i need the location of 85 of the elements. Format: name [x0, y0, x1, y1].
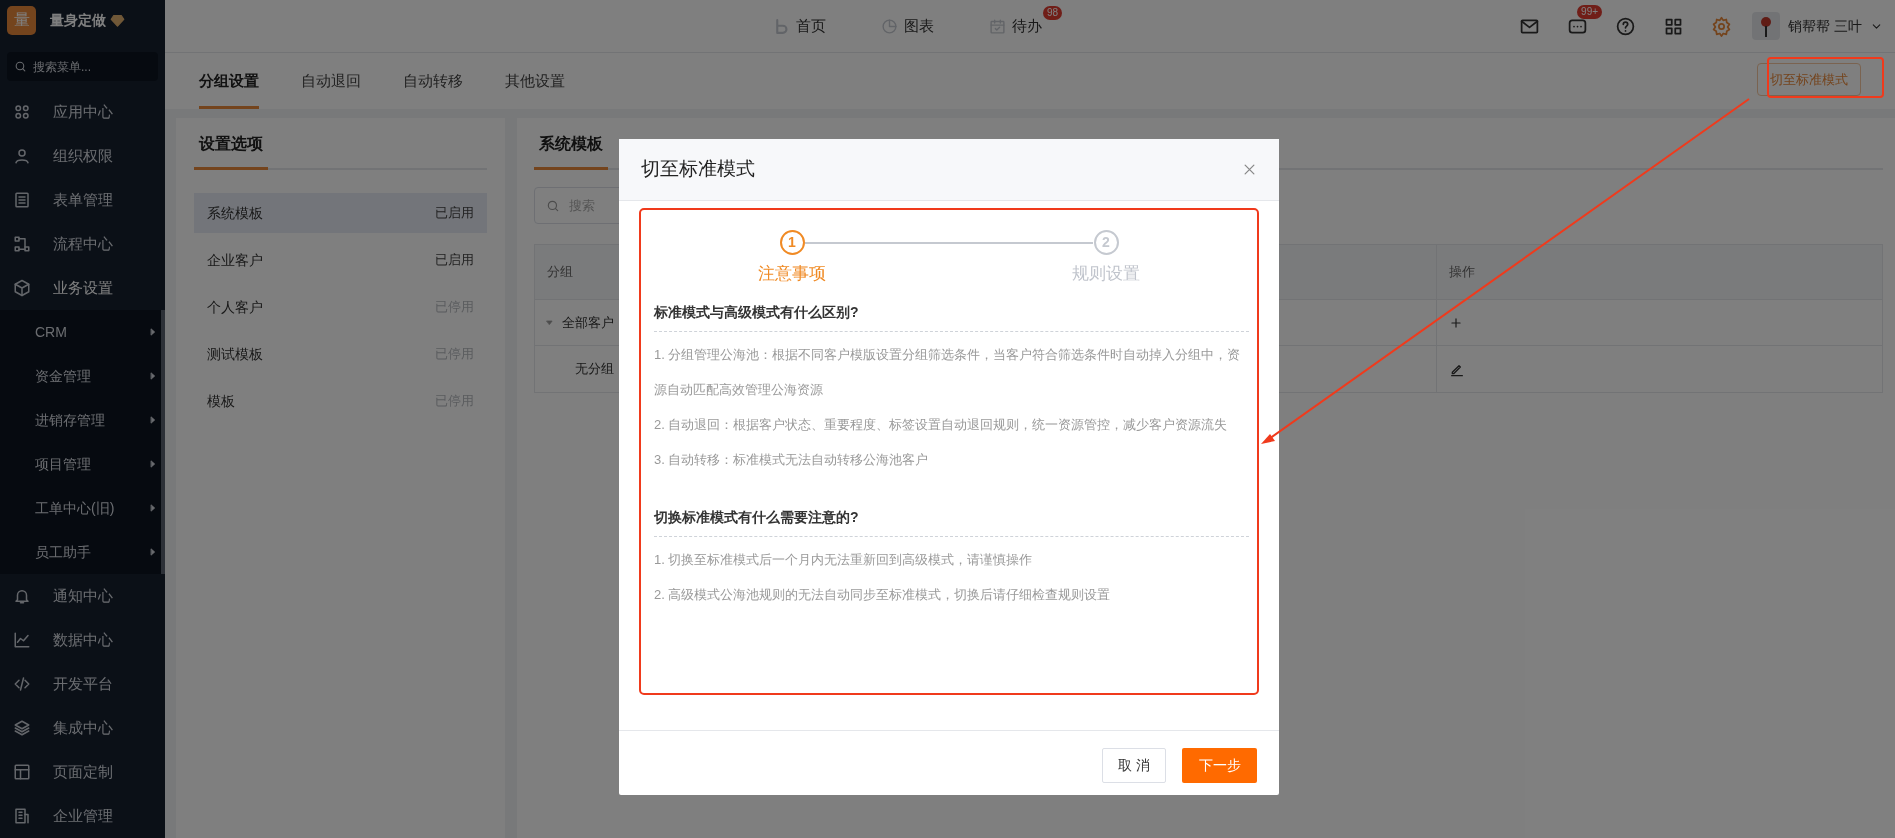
user-icon: [13, 147, 31, 165]
panel-title: 设置选项: [194, 132, 268, 170]
template-name: 系统模板: [207, 203, 263, 223]
code-icon: [13, 675, 31, 693]
menu-item[interactable]: 页面定制: [0, 750, 165, 794]
caret-icon: [148, 415, 158, 425]
tab[interactable]: 分组设置: [199, 53, 259, 109]
cube-icon: [13, 279, 31, 297]
search-icon: [546, 198, 560, 213]
document-icon: [13, 191, 31, 209]
user-menu[interactable]: 销帮帮 三叶: [1752, 12, 1883, 40]
status-label: 已启用: [435, 251, 474, 270]
caret-icon: [148, 371, 158, 381]
layers-icon: [13, 719, 31, 737]
submenu-item[interactable]: 员工助手: [0, 530, 165, 574]
step-label: 注意事项: [758, 263, 826, 285]
count-badge: 99+: [1577, 4, 1603, 19]
layout-icon: [13, 763, 31, 781]
notice-text: 2. 高级模式公海池规则的无法自动同步至标准模式，切换后请仔细检查规则设置: [654, 586, 1112, 604]
notice-text: 3. 自动转移：标准模式无法自动转移公海池客户: [654, 451, 930, 469]
menu-item[interactable]: 企业管理: [0, 794, 165, 838]
count-badge: 98: [1042, 6, 1062, 21]
template-name: 测试模板: [207, 344, 263, 364]
submenu-item[interactable]: CRM: [0, 310, 165, 354]
apps-icon: [13, 103, 31, 121]
menu-item[interactable]: 通知中心: [0, 574, 165, 618]
pie-chart-icon: [881, 18, 898, 35]
template-item[interactable]: 企业客户 已启用: [194, 240, 487, 280]
avatar-icon: [1752, 12, 1781, 40]
menu-item[interactable]: 表单管理: [0, 178, 165, 222]
close-icon[interactable]: [1242, 162, 1257, 177]
bell-icon: [13, 587, 31, 605]
template-item[interactable]: 系统模板 已启用: [194, 193, 487, 233]
flowchart-icon: [13, 235, 31, 253]
brand-name: 量身定做: [50, 10, 106, 30]
tab[interactable]: 自动退回: [301, 53, 361, 109]
caret-icon: [148, 327, 158, 337]
dialog-title: 切至标准模式: [641, 157, 755, 182]
submenu-item[interactable]: 工单中心(旧): [0, 486, 165, 530]
section-heading: 标准模式与高级模式有什么区别?: [654, 302, 1249, 332]
template-name: 个人客户: [207, 297, 263, 317]
status-label: 已启用: [435, 204, 474, 223]
column-header: 操作: [1448, 263, 1476, 282]
panel-title: 系统模板: [534, 132, 608, 170]
line-chart-icon: [13, 631, 31, 649]
step-label: 规则设置: [1072, 263, 1140, 285]
b-logo-icon: [773, 18, 790, 35]
step-number: 1: [779, 230, 805, 255]
menu-item[interactable]: 集成中心: [0, 706, 165, 750]
brand-logo: 量: [7, 5, 36, 35]
menu-item[interactable]: 组织权限: [0, 134, 165, 178]
nav-link[interactable]: 待办: [989, 15, 1042, 38]
mode-button[interactable]: 切至标准模式: [1757, 63, 1861, 96]
template-name: 企业客户: [207, 250, 263, 270]
help-icon[interactable]: [1615, 15, 1637, 37]
step-number: 2: [1093, 230, 1119, 255]
section-heading: 切换标准模式有什么需要注意的?: [654, 507, 1249, 537]
submenu-item[interactable]: 资金管理: [0, 354, 165, 398]
notice-text: 1. 分组管理公海池：根据不同客户模版设置分组筛选条件，当客户符合筛选条件时自动掉入分组中，资源自动匹配高效管理公海资源: [654, 346, 1242, 399]
plus-icon[interactable]: [1449, 315, 1463, 330]
next-button[interactable]: 下一步: [1182, 748, 1257, 783]
tab[interactable]: 其他设置: [505, 53, 565, 109]
table-cell-text: 无分组: [575, 360, 614, 379]
diamond-icon: [110, 12, 125, 28]
tab[interactable]: 自动转移: [403, 53, 463, 109]
caret-icon: [148, 503, 158, 513]
menu-item[interactable]: 开发平台: [0, 662, 165, 706]
calendar-icon: [989, 18, 1006, 35]
submenu-item[interactable]: 进销存管理: [0, 398, 165, 442]
search-icon: [14, 60, 27, 73]
cancel-button[interactable]: 取 消: [1102, 748, 1166, 783]
menu-item[interactable]: 业务设置: [0, 266, 165, 310]
menu-item[interactable]: 流程中心: [0, 222, 165, 266]
submenu-item[interactable]: 项目管理: [0, 442, 165, 486]
caret-icon: [148, 547, 158, 557]
scrollbar-thumb[interactable]: [161, 310, 165, 574]
table-cell-text: 全部客户: [562, 313, 614, 332]
menu-item[interactable]: 数据中心: [0, 618, 165, 662]
building-icon: [13, 807, 31, 825]
template-name: 模板: [207, 391, 235, 411]
search-field[interactable]: 搜索菜单...: [7, 52, 158, 81]
nav-link[interactable]: 首页: [773, 15, 826, 38]
caret-icon: [148, 459, 158, 469]
nav-link[interactable]: 图表: [881, 15, 934, 38]
menu-item[interactable]: 应用中心: [0, 90, 165, 134]
